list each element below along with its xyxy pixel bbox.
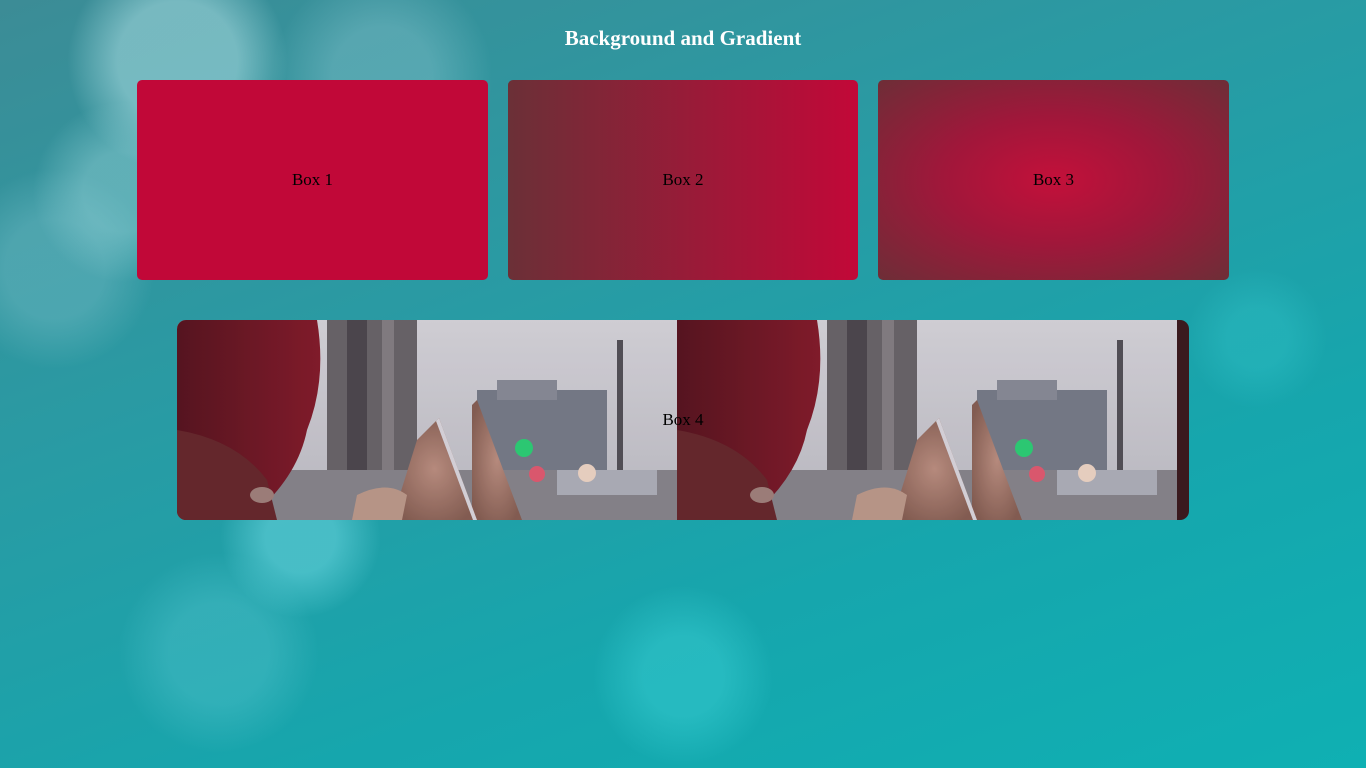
page-title: Background and Gradient [564, 26, 802, 50]
box-2: Box 2 [508, 80, 858, 280]
mirror-photo-image-repeat [677, 320, 1177, 520]
box-1-label: Box 1 [291, 170, 334, 189]
box-4-label: Box 4 [662, 410, 704, 429]
box-4: Box 4 [177, 320, 1189, 520]
box-3-label: Box 3 [1032, 170, 1075, 189]
box-2-label: Box 2 [662, 170, 704, 189]
box-1: Box 1 [137, 80, 488, 280]
mirror-photo-image [177, 320, 677, 520]
box-3: Box 3 [878, 80, 1229, 280]
